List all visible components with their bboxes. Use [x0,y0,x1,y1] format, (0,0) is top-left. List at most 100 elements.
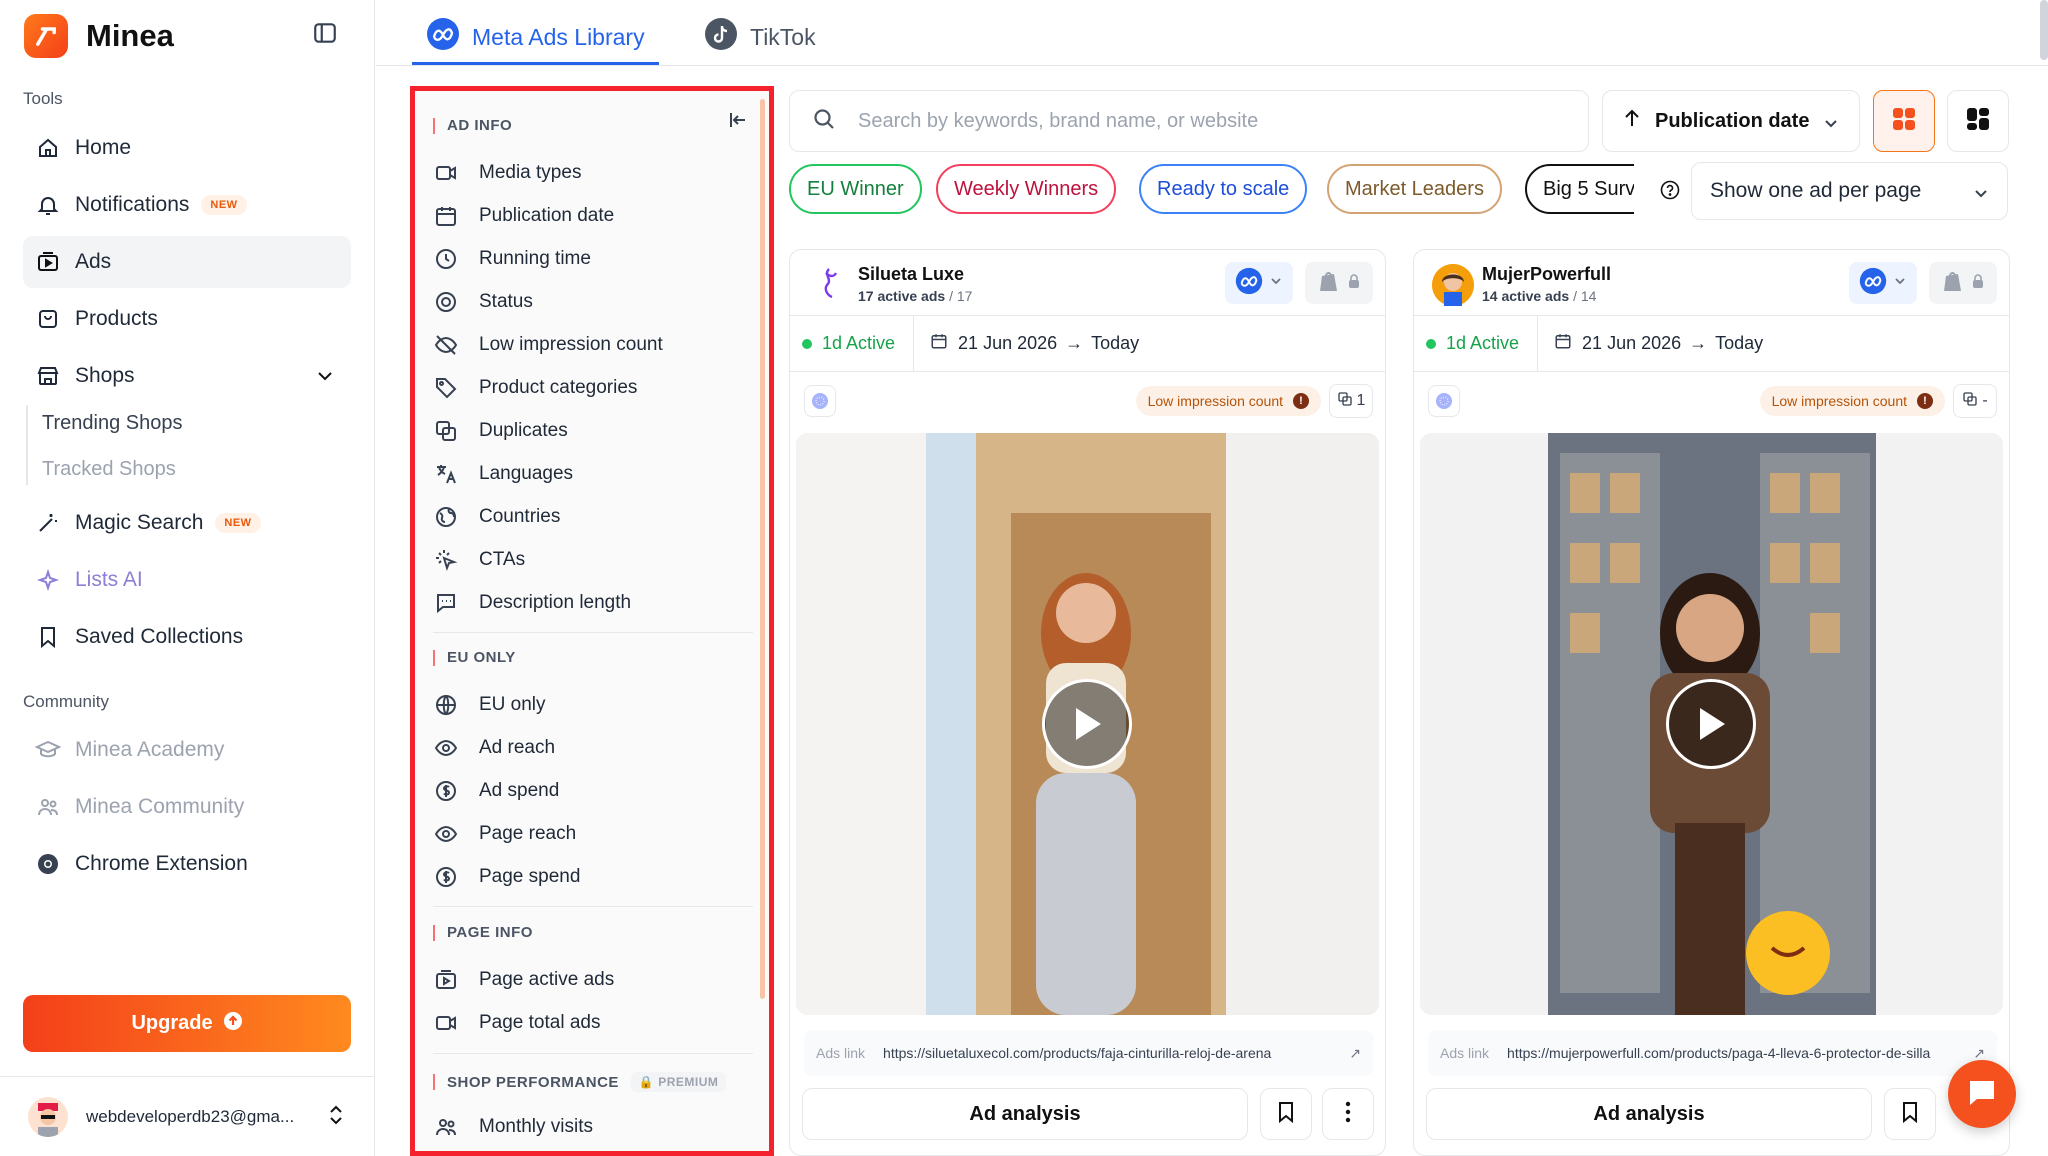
chip-market-leaders[interactable]: Market Leaders [1327,164,1502,214]
masonry-view-button[interactable] [1947,90,2009,152]
platform-tabs: Meta Ads Library TikTok [376,0,2048,66]
search-input[interactable]: Search by keywords, brand name, or websi… [789,90,1589,152]
brand-avatar[interactable] [808,264,850,306]
filter-countries[interactable]: Countries [433,497,560,537]
chip-weekly-winners[interactable]: Weekly Winners [936,164,1117,214]
save-ad-button[interactable] [1260,1088,1312,1140]
filter-ctas[interactable]: CTAs [433,540,525,580]
filter-low-impression-count[interactable]: Low impression count [433,325,663,365]
sort-dropdown[interactable]: Publication date [1602,90,1860,152]
external-link-icon[interactable]: ↗ [1349,1045,1361,1062]
sidebar-item-label: Minea Academy [75,738,225,761]
filter-languages[interactable]: Languages [433,454,573,494]
filter-label: Page reach [479,823,577,844]
sidebar-item-lists-ai[interactable]: Lists AI [23,554,351,606]
external-link-icon[interactable]: ↗ [1973,1045,1985,1062]
low-impression-badge: Low impression count! [1759,386,1945,416]
filter-page-total-ads[interactable]: Page total ads [433,1003,600,1043]
brand-name[interactable]: MujerPowerfull [1482,264,1611,285]
duplicate-icon [1962,391,1978,412]
sidebar-item-products[interactable]: Products [23,293,351,345]
ads-link-row[interactable]: Ads link https://mujerpowerfull.com/prod… [1428,1030,1997,1076]
sidebar-item-magic-search[interactable]: Magic Search NEW [23,497,351,549]
ad-analysis-button[interactable]: Ad analysis [1426,1088,1872,1140]
ads-link-row[interactable]: Ads link https://siluetaluxecol.com/prod… [804,1030,1373,1076]
help-icon[interactable] [1660,180,1680,205]
filter-running-time[interactable]: Running time [433,239,591,279]
chat-support-button[interactable] [1948,1060,2016,1128]
ads-link-url[interactable]: https://siluetaluxecol.com/products/faja… [883,1045,1339,1061]
play-icon[interactable] [1666,679,1756,769]
filter-eu-only[interactable]: EU only [433,685,546,725]
sidebar-item-ads[interactable]: Ads [23,236,351,288]
sidebar-item-chrome-extension[interactable]: Chrome Extension [23,838,351,890]
chevron-down-icon [1893,274,1907,293]
arrow-right-icon: → [1065,333,1084,353]
meta-platform-dropdown[interactable] [1225,262,1293,304]
upgrade-button[interactable]: Upgrade [23,995,351,1052]
tab-tiktok[interactable]: TikTok [704,10,816,64]
filter-product-categories[interactable]: Product categories [433,368,637,408]
sidebar-item-shops[interactable]: Shops [23,350,351,402]
sidebar-item-saved-collections[interactable]: Saved Collections [23,611,351,663]
collapse-left-icon[interactable] [727,109,749,136]
brand-avatar[interactable] [1432,264,1474,306]
brand-name[interactable]: Silueta Luxe [858,264,964,285]
info-icon[interactable]: ! [1917,393,1933,409]
brand[interactable]: Minea [24,14,174,58]
divider [433,632,753,633]
filter-ad-reach[interactable]: Ad reach [433,728,555,768]
filter-media-types[interactable]: Media types [433,153,581,193]
ad-video-thumbnail[interactable] [1420,433,2003,1015]
sidebar-toggle-icon[interactable] [312,20,340,48]
eu-flag-icon[interactable] [1428,385,1460,417]
chip-ready-to-scale[interactable]: Ready to scale [1139,164,1308,214]
status-icon [433,289,459,315]
filter-ad-spend[interactable]: Ad spend [433,771,559,811]
per-page-select[interactable]: Show one ad per page [1691,162,2008,220]
tab-meta-ads-library[interactable]: Meta Ads Library [412,10,659,65]
brand-name: Minea [86,18,174,53]
sidebar-item-notifications[interactable]: Notifications NEW [23,179,351,231]
filter-monthly-visits[interactable]: Monthly visits [433,1107,593,1147]
more-options-button[interactable] [1322,1088,1374,1140]
filter-duplicates[interactable]: Duplicates [433,411,568,451]
page-scrollbar[interactable] [2040,0,2048,60]
ads-link-url[interactable]: https://mujerpowerfull.com/products/paga… [1507,1045,1963,1061]
chip-big-5-survival[interactable]: Big 5 Surv [1525,164,1634,214]
duplicates-button[interactable]: - [1953,384,1997,418]
filter-page-reach[interactable]: Page reach [433,814,576,854]
filter-page-spend[interactable]: Page spend [433,857,580,897]
sidebar-item-home[interactable]: Home [23,122,351,174]
tab-label: Meta Ads Library [472,23,645,50]
sidebar-item-trending-shops[interactable]: Trending Shops [42,412,182,435]
chip-eu-winner[interactable]: EU Winner [789,164,922,214]
chevron-updown-icon[interactable] [326,1103,346,1132]
info-icon[interactable]: ! [1293,393,1309,409]
meta-platform-dropdown[interactable] [1849,262,1917,304]
shopify-locked-button[interactable] [1929,262,1997,304]
filter-description-length[interactable]: Description length [433,583,631,623]
filter-scrollbar[interactable] [760,99,765,999]
play-icon[interactable] [1042,679,1132,769]
ad-card: MujerPowerfull 14 active ads / 14 1d Act… [1413,249,2010,1156]
user-menu[interactable]: webdeveloperdb23@gma... [0,1076,375,1156]
filter-page-active-ads[interactable]: Page active ads [433,960,614,1000]
chevron-down-icon[interactable] [313,364,337,394]
filter-publication-date[interactable]: Publication date [433,196,614,236]
grid-view-button[interactable] [1873,90,1935,152]
chevron-down-icon [1269,274,1283,293]
ad-analysis-button[interactable]: Ad analysis [802,1088,1248,1140]
meta-icon [426,17,460,57]
sidebar-item-academy[interactable]: Minea Academy [23,724,351,776]
filter-status[interactable]: Status [433,282,533,322]
duplicates-button[interactable]: 1 [1329,384,1373,418]
video-icon [433,160,459,186]
filter-label: Description length [479,592,632,613]
save-ad-button[interactable] [1884,1088,1936,1140]
shopify-locked-button[interactable] [1305,262,1373,304]
sidebar-item-tracked-shops[interactable]: Tracked Shops [42,458,176,481]
eu-flag-icon[interactable] [804,385,836,417]
ad-video-thumbnail[interactable] [796,433,1379,1015]
sidebar-item-community[interactable]: Minea Community [23,781,351,833]
